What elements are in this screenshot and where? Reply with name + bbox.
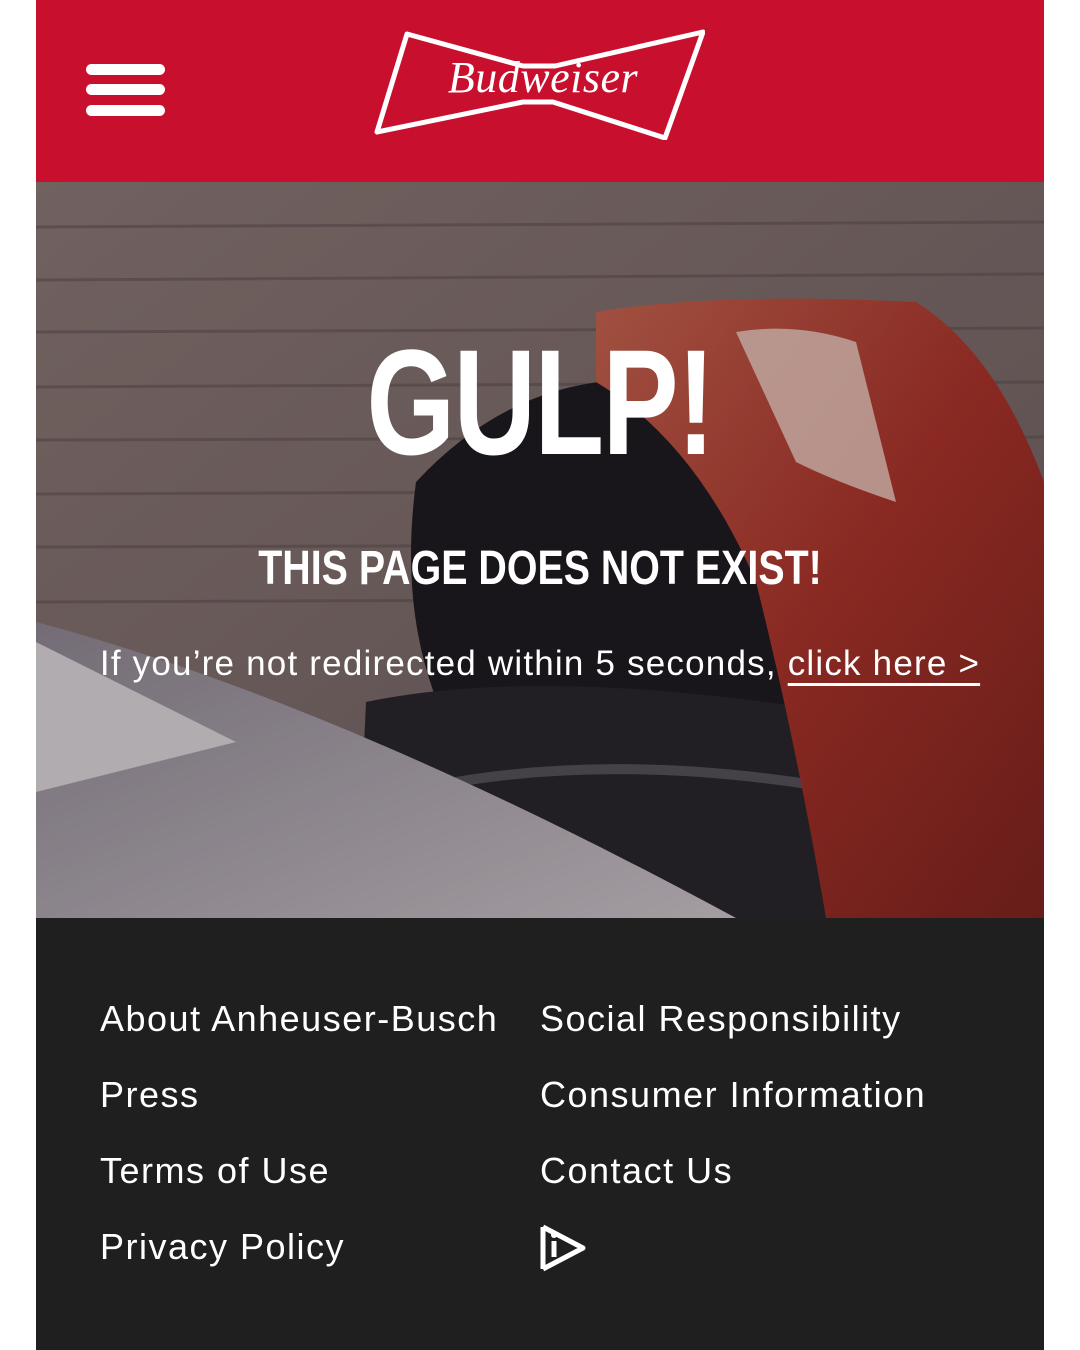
redirect-text: If you’re not redirected within 5 second… [99,644,788,683]
footer-link-about[interactable]: About Anheuser-Busch [100,994,520,1070]
hamburger-menu-icon[interactable] [86,62,166,118]
footer-link-privacy[interactable]: Privacy Policy [100,1222,520,1298]
footer-link-consumer-information[interactable]: Consumer Information [540,1070,1000,1146]
menu-bar [86,84,165,95]
site-footer: About Anheuser-Busch Press Terms of Use … [36,918,1044,1350]
budweiser-logo[interactable]: Budweiser [373,28,706,141]
footer-links-left: About Anheuser-Busch Press Terms of Use … [100,994,520,1298]
ab-logo-icon [540,1224,586,1272]
click-here-link[interactable]: click here > [788,644,980,683]
error-subheadline: THIS PAGE DOES NOT EXIST! [258,542,822,595]
footer-links-right: Social Responsibility Consumer Informati… [540,994,1000,1222]
footer-link-social-responsibility[interactable]: Social Responsibility [540,994,1000,1070]
error-headline: GULP! [366,318,715,486]
anheuser-busch-play-icon[interactable] [540,1223,586,1273]
brand-wordmark: Budweiser [447,53,639,102]
redirect-message: If you’re not redirected within 5 second… [76,633,1004,695]
site-header: Budweiser [36,0,1044,182]
footer-link-press[interactable]: Press [100,1070,520,1146]
error-hero: GULP! THIS PAGE DOES NOT EXIST! If you’r… [36,182,1044,918]
menu-bar [86,64,165,75]
footer-link-terms[interactable]: Terms of Use [100,1146,520,1222]
menu-bar [86,105,165,116]
footer-link-contact[interactable]: Contact Us [540,1146,1000,1222]
page-frame: Budweiser GULP! THIS PAGE DOES NOT EXIST… [36,0,1044,1350]
